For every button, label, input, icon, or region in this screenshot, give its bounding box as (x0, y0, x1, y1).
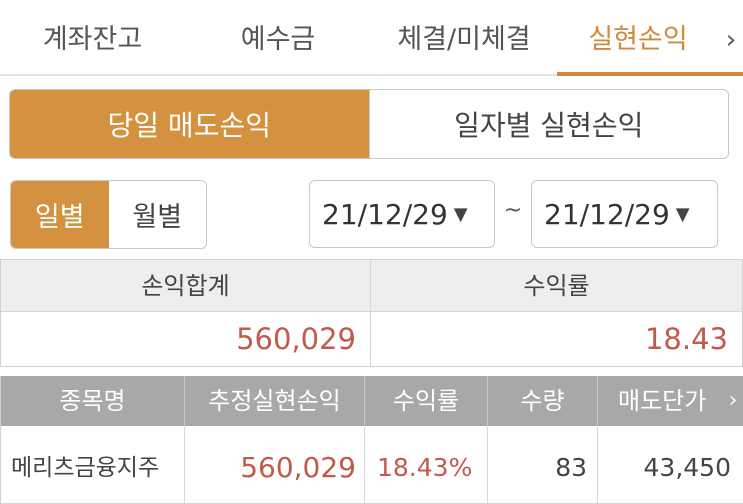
cell-return-rate: 18.43% (365, 426, 488, 504)
chevron-right-icon[interactable]: › (719, 0, 743, 76)
summary-header-total-pnl: 손익합계 (1, 260, 371, 312)
tab-deposit[interactable]: 예수금 (185, 0, 371, 76)
daily-realized-pnl-button[interactable]: 일자별 실현손익 (368, 90, 729, 158)
cell-stock-name: 메리츠금융지주 (1, 426, 185, 504)
tab-realized-pnl[interactable]: 실현손익 (557, 0, 719, 76)
top-tab-bar: 계좌잔고 예수금 체결/미체결 실현손익 › (0, 0, 743, 76)
start-date-select[interactable]: 21/12/29 ▼ (309, 180, 495, 248)
active-tab-indicator (557, 72, 743, 76)
end-date-select[interactable]: 21/12/29 ▼ (531, 180, 718, 248)
period-toggle: 일별 월별 (10, 180, 207, 249)
col-header-est-realized-pnl: 추정실현손익 (185, 376, 365, 426)
chevron-right-icon[interactable]: › (723, 376, 743, 426)
caret-down-icon: ▼ (453, 203, 468, 225)
detail-header: 종목명 추정실현손익 수익률 수량 매도단가 › (1, 376, 743, 426)
monthly-button[interactable]: 월별 (109, 181, 207, 248)
mode-toggle: 당일 매도손익 일자별 실현손익 (9, 89, 729, 159)
col-header-stock-name: 종목명 (1, 376, 185, 426)
today-sell-pnl-button[interactable]: 당일 매도손익 (10, 90, 369, 158)
end-date-value: 21/12/29 (544, 197, 670, 231)
detail-table: 종목명 추정실현손익 수익률 수량 매도단가 › 메리츠금융지주 560,029… (0, 376, 743, 504)
date-range-separator: ~ (503, 198, 523, 223)
col-header-sell-price: 매도단가 (618, 387, 707, 415)
tab-account-balance[interactable]: 계좌잔고 (0, 0, 185, 76)
start-date-value: 21/12/29 (322, 197, 448, 231)
cell-est-realized-pnl: 560,029 (185, 426, 365, 504)
summary-return-rate: 18.43 (644, 322, 728, 356)
tab-executions[interactable]: 체결/미체결 (371, 0, 557, 76)
cell-sell-price: 43,450 (643, 453, 731, 482)
summary-header-return-rate: 수익률 (523, 272, 590, 300)
col-header-return-rate: 수익률 (365, 376, 488, 426)
daily-button[interactable]: 일별 (11, 181, 109, 248)
table-row[interactable]: 메리츠금융지주 560,029 18.43% 83 43,450 (1, 426, 743, 504)
col-header-quantity: 수량 (488, 376, 598, 426)
summary-header: 손익합계 수익률 (1, 260, 742, 312)
summary-values: 560,029 18.43 (1, 312, 742, 366)
summary-table: 손익합계 수익률 560,029 18.43 (0, 259, 743, 367)
cell-quantity: 83 (488, 426, 598, 504)
caret-down-icon: ▼ (675, 203, 690, 225)
summary-total-pnl: 560,029 (1, 312, 371, 366)
